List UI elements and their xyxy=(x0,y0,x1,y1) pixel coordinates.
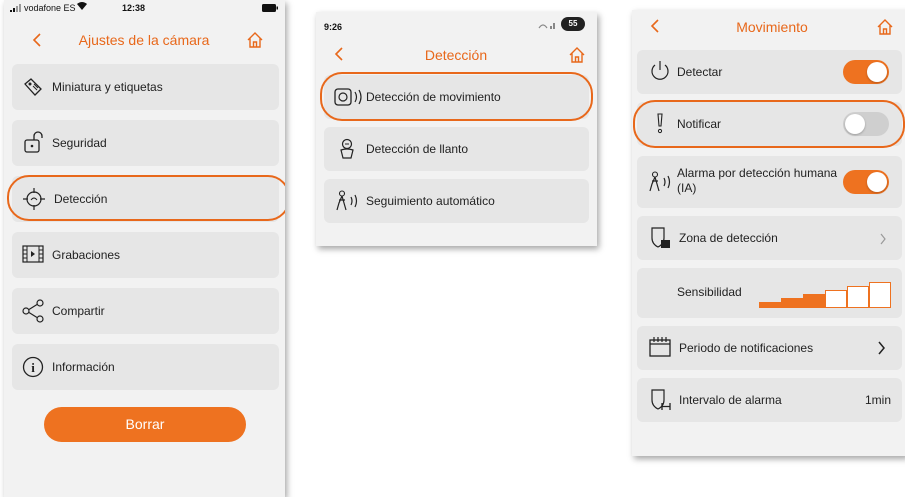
row-sensitivity: Sensibilidad xyxy=(637,268,902,318)
exclamation-icon xyxy=(655,112,665,139)
sensitivity-step[interactable] xyxy=(781,298,803,308)
page-title: Ajustes de la cámara xyxy=(78,32,210,48)
status-time: 12:38 xyxy=(122,3,146,13)
menu-item-label: Detección xyxy=(54,192,108,206)
sensitivity-step[interactable] xyxy=(759,302,781,308)
info-icon: i xyxy=(22,356,44,383)
row-notify: Notificar xyxy=(637,102,902,146)
battery-level: 55 xyxy=(568,19,578,28)
menu-item-label: Compartir xyxy=(52,304,105,318)
page-title: Movimiento xyxy=(736,19,808,35)
row-human-alarm: Alarma por detección humana (IA) xyxy=(637,156,902,208)
chevron-right-icon xyxy=(879,232,887,250)
wifi-icon xyxy=(76,1,88,13)
menu-item-label: Seguridad xyxy=(52,136,107,150)
home-icon[interactable] xyxy=(246,31,264,54)
phone-camera-settings: vodafone ES 12:38 Ajustes de la cámara M… xyxy=(4,0,285,497)
back-chevron-icon[interactable] xyxy=(334,46,344,67)
sensitivity-step[interactable] xyxy=(847,286,869,308)
status-signal-icon xyxy=(10,4,24,14)
phone-detection: 9:26 55 Detección Detección de movimient… xyxy=(316,12,597,246)
menu-item-thumbnail[interactable]: Miniatura y etiquetas xyxy=(12,64,279,110)
row-label: Intervalo de alarma xyxy=(679,393,782,407)
shield-zone-icon xyxy=(649,226,673,255)
sensitivity-step[interactable] xyxy=(869,282,891,308)
shield-interval-icon xyxy=(649,388,673,417)
film-icon xyxy=(22,244,44,269)
row-label-line1: Alarma por detección humana xyxy=(677,166,838,180)
home-icon[interactable] xyxy=(876,18,894,41)
back-chevron-icon[interactable] xyxy=(32,32,42,53)
menu-item-auto-tracking[interactable]: Seguimiento automático xyxy=(324,179,589,223)
delete-button[interactable]: Borrar xyxy=(44,407,246,442)
page-title: Detección xyxy=(424,47,488,63)
row-label: Zona de detección xyxy=(679,231,778,245)
share-icon xyxy=(22,299,44,328)
calendar-icon xyxy=(649,336,673,363)
row-notification-period[interactable]: Periodo de notificaciones xyxy=(637,326,902,370)
menu-item-share[interactable]: Compartir xyxy=(12,288,279,334)
svg-text:i: i xyxy=(31,360,35,375)
person-tracking-icon xyxy=(334,190,364,217)
row-alarm-interval[interactable]: Intervalo de alarma 1min xyxy=(637,378,902,422)
chevron-right-icon xyxy=(877,341,886,360)
menu-item-recordings[interactable]: Grabaciones xyxy=(12,232,279,278)
status-time: 9:26 xyxy=(324,22,343,32)
sensitivity-slider[interactable] xyxy=(759,276,895,308)
row-detection-zone[interactable]: Zona de detección xyxy=(637,216,902,260)
battery-icon xyxy=(262,4,278,14)
menu-item-information[interactable]: i Información xyxy=(12,344,279,390)
row-label-line2: (IA) xyxy=(677,181,697,195)
row-label: Sensibilidad xyxy=(677,285,742,299)
sensitivity-step[interactable] xyxy=(803,294,825,308)
row-label: Detectar xyxy=(677,65,723,79)
status-carrier: vodafone ES xyxy=(24,3,76,13)
menu-item-label: Detección de llanto xyxy=(366,142,469,156)
phone-motion: Movimiento Detectar Notificar Alarma por… xyxy=(632,10,905,456)
home-icon[interactable] xyxy=(568,46,586,69)
row-label: Periodo de notificaciones xyxy=(679,341,814,355)
human-alarm-toggle[interactable] xyxy=(843,170,889,194)
unlock-icon xyxy=(22,130,44,159)
detect-toggle[interactable] xyxy=(843,60,889,84)
notify-toggle[interactable] xyxy=(843,112,889,136)
crosshair-icon xyxy=(22,187,46,216)
menu-item-label: Miniatura y etiquetas xyxy=(52,80,163,94)
row-detect: Detectar xyxy=(637,50,902,94)
sensitivity-step[interactable] xyxy=(825,290,847,308)
interval-value: 1min xyxy=(865,393,892,407)
tag-icon xyxy=(22,76,44,103)
menu-item-label: Detección de movimiento xyxy=(366,90,501,104)
power-icon xyxy=(649,60,671,87)
crying-baby-icon xyxy=(336,138,358,165)
menu-item-motion-detection[interactable]: Detección de movimiento xyxy=(324,75,589,119)
signal-wifi-icon xyxy=(538,20,558,32)
menu-item-label: Seguimiento automático xyxy=(366,194,495,208)
menu-item-detection[interactable]: Detección xyxy=(12,176,279,222)
person-tracking-icon xyxy=(647,171,677,198)
menu-item-security[interactable]: Seguridad xyxy=(12,120,279,166)
menu-item-label: Información xyxy=(52,360,115,374)
menu-item-cry-detection[interactable]: Detección de llanto xyxy=(324,127,589,171)
back-chevron-icon[interactable] xyxy=(650,18,660,39)
row-label: Notificar xyxy=(677,117,722,131)
battery-icon: 55 xyxy=(561,17,585,31)
menu-item-label: Grabaciones xyxy=(52,248,121,262)
